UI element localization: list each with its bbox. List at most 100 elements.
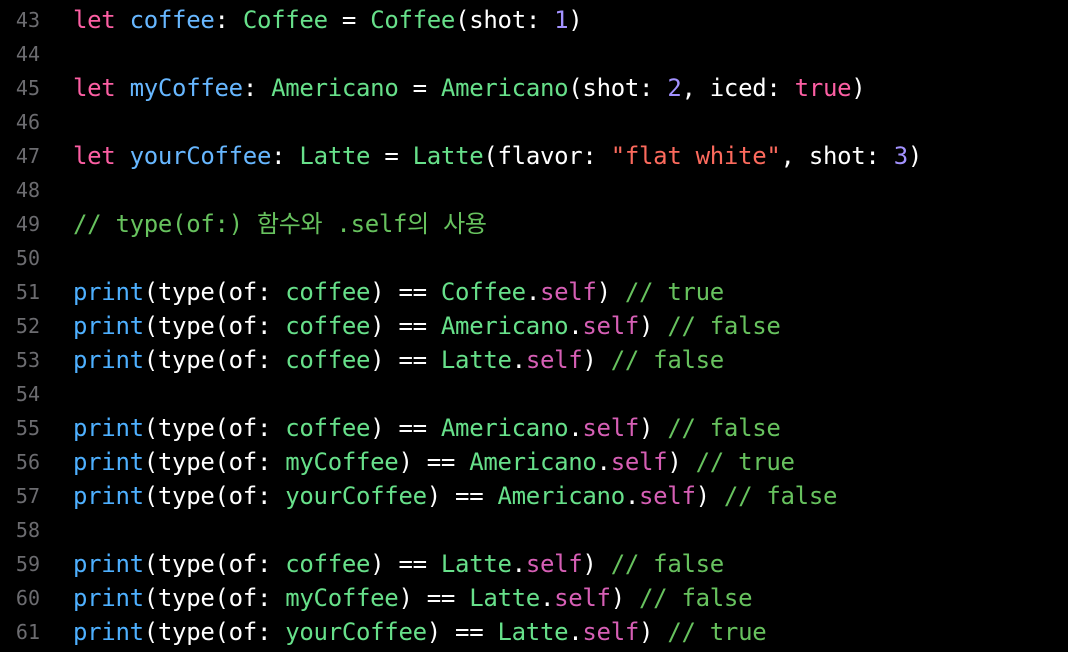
code-token: : xyxy=(242,74,272,102)
code-token: // false xyxy=(610,346,725,374)
code-token: . xyxy=(539,584,555,612)
code-token: // true xyxy=(695,448,795,476)
code-line[interactable]: 48 xyxy=(0,173,1068,207)
code-line[interactable]: 51 print(type(of: coffee) == Coffee.self)… xyxy=(0,275,1068,309)
code-token: : xyxy=(271,142,300,170)
code-line[interactable]: 50 xyxy=(0,241,1068,275)
code-token: ) xyxy=(639,312,668,340)
code-token: . xyxy=(511,346,526,374)
code-token: Americano xyxy=(440,312,569,340)
code-text: print(type(of: yourCoffee) == Americano.… xyxy=(73,479,837,513)
code-token: let xyxy=(73,6,116,34)
code-token: print xyxy=(73,278,144,306)
code-line[interactable]: 55 print(type(of: coffee) == Americano.se… xyxy=(0,411,1068,445)
line-number: 45 xyxy=(15,76,40,100)
code-token: print xyxy=(73,550,144,578)
code-text: let coffee: Coffee = Coffee(shot: 1) xyxy=(73,3,583,37)
code-line[interactable]: 43 let coffee: Coffee = Coffee(shot: 1) xyxy=(0,3,1068,37)
code-token: ) == xyxy=(426,482,498,510)
code-text: let yourCoffee: Latte = Latte(flavor: "f… xyxy=(73,139,922,173)
code-token: ) == xyxy=(370,550,441,578)
code-token: // type(of:) 함수와 .self의 사용 xyxy=(73,210,487,238)
code-token: print xyxy=(73,482,144,510)
code-token: . xyxy=(568,312,583,340)
code-token: coffee xyxy=(285,312,371,340)
code-token: : xyxy=(214,6,243,34)
code-token: Americano xyxy=(497,482,626,510)
line-number: 43 xyxy=(15,8,40,32)
code-line[interactable]: 46 xyxy=(0,105,1068,139)
line-number: 60 xyxy=(15,586,40,610)
code-token: (flavor: xyxy=(483,142,611,170)
line-number: 61 xyxy=(15,620,40,644)
code-line[interactable]: 47 let yourCoffee: Latte = Latte(flavor: … xyxy=(0,139,1068,173)
line-number: 47 xyxy=(15,144,40,168)
code-token: print xyxy=(73,618,144,646)
code-token: = xyxy=(327,6,371,34)
code-token: print xyxy=(73,346,144,374)
code-token: self xyxy=(610,448,668,476)
code-token: let xyxy=(73,142,116,170)
code-token: self xyxy=(582,618,640,646)
code-token: Americano xyxy=(271,74,399,102)
code-line[interactable]: 53 print(type(of: coffee) == Latte.self) … xyxy=(0,343,1068,377)
code-token: ) xyxy=(596,278,625,306)
code-line[interactable]: 58 xyxy=(0,513,1068,547)
code-token: self xyxy=(525,346,583,374)
code-token: ) == xyxy=(370,312,441,340)
code-token: . xyxy=(525,278,540,306)
code-token: let xyxy=(73,74,116,102)
code-text: print(type(of: myCoffee) == Latte.self) … xyxy=(73,581,753,615)
code-line[interactable]: 54 xyxy=(0,377,1068,411)
code-token: (type(of: xyxy=(143,584,286,612)
code-line[interactable]: 61 print(type(of: yourCoffee) == Latte.se… xyxy=(0,615,1068,649)
code-token: self xyxy=(639,482,696,510)
code-token: Latte xyxy=(440,550,512,578)
code-line[interactable]: 52 print(type(of: coffee) == Americano.se… xyxy=(0,309,1068,343)
code-line[interactable]: 45 let myCoffee: Americano = Americano(sh… xyxy=(0,71,1068,105)
code-token: (type(of: xyxy=(143,312,286,340)
code-text: let myCoffee: Americano = Americano(shot… xyxy=(73,71,866,105)
code-token: (type(of: xyxy=(143,482,286,510)
code-token: (type(of: xyxy=(143,346,286,374)
code-token: print xyxy=(73,414,144,442)
code-token: ) == xyxy=(426,618,498,646)
code-line[interactable]: 49 // type(of:) 함수와 .self의 사용 xyxy=(0,207,1068,241)
code-token: ) == xyxy=(370,414,441,442)
code-line[interactable]: 57 print(type(of: yourCoffee) == American… xyxy=(0,479,1068,513)
code-editor[interactable]: 43 let coffee: Coffee = Coffee(shot: 1) 44… xyxy=(0,0,1068,652)
code-text: print(type(of: myCoffee) == Americano.se… xyxy=(73,445,795,479)
code-token: myCoffee xyxy=(129,74,244,102)
code-token: ) xyxy=(639,414,668,442)
code-token: . xyxy=(596,448,611,476)
code-token: . xyxy=(568,618,583,646)
code-token: self xyxy=(539,278,597,306)
code-line[interactable]: 59 print(type(of: coffee) == Latte.self) … xyxy=(0,547,1068,581)
code-token: yourCoffee xyxy=(129,142,272,170)
code-token: self xyxy=(554,584,611,612)
code-token: Coffee xyxy=(242,6,328,34)
code-token: (type(of: xyxy=(143,618,286,646)
line-number: 53 xyxy=(15,348,40,372)
code-token: ) xyxy=(667,448,696,476)
code-line[interactable]: 56 print(type(of: myCoffee) == Americano.… xyxy=(0,445,1068,479)
code-token: self xyxy=(582,414,640,442)
code-line[interactable]: 44 xyxy=(0,37,1068,71)
code-token: Americano xyxy=(469,448,597,476)
code-token: . xyxy=(568,414,583,442)
code-token: 3 xyxy=(893,142,908,170)
code-text: print(type(of: yourCoffee) == Latte.self… xyxy=(73,615,767,649)
code-token: , iced: xyxy=(681,74,795,102)
code-token: ) xyxy=(582,550,611,578)
code-line[interactable]: 60 print(type(of: myCoffee) == Latte.self… xyxy=(0,581,1068,615)
code-token: // true xyxy=(667,618,767,646)
code-token: // false xyxy=(610,550,725,578)
code-token: "flat white" xyxy=(610,142,781,170)
code-token: = xyxy=(398,74,441,102)
code-token: ) xyxy=(907,142,923,170)
line-number: 59 xyxy=(15,552,40,576)
code-token: coffee xyxy=(285,414,371,442)
code-token: Latte xyxy=(412,142,484,170)
